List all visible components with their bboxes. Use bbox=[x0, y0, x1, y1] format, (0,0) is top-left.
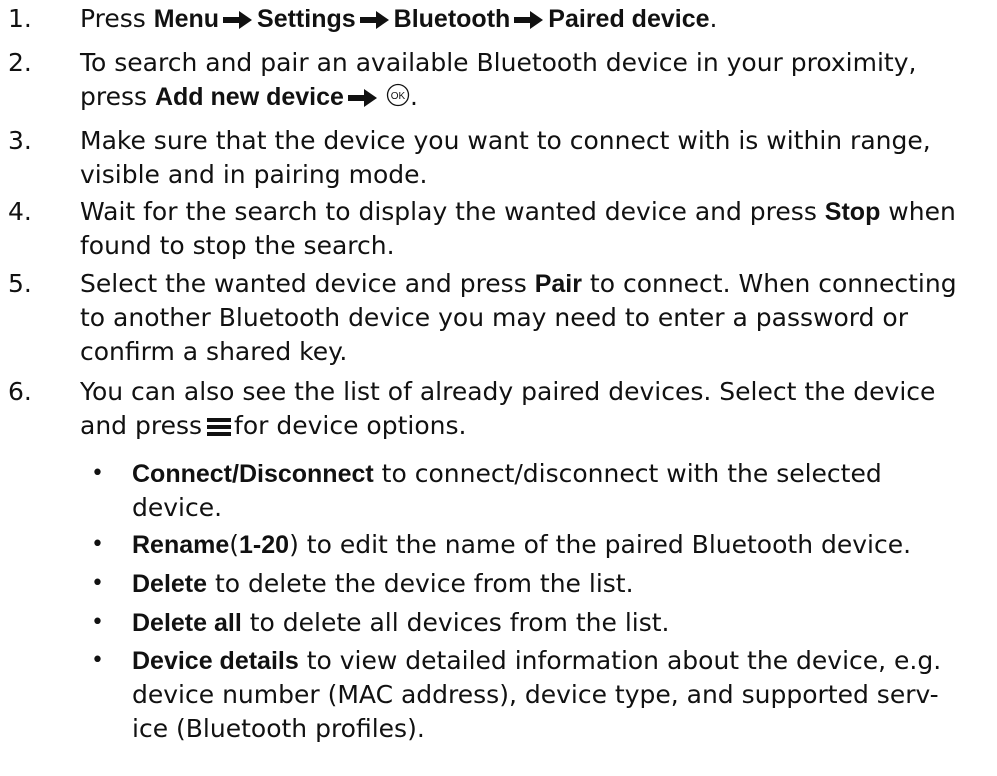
step-text-line: visible and in pairing mode. bbox=[80, 160, 428, 189]
option-description-line: device number (MAC address), device type… bbox=[132, 680, 939, 709]
step-text-segment: when bbox=[888, 197, 956, 226]
option-description: to view detailed information about the d… bbox=[306, 646, 942, 675]
option-description: to edit the name of the paired Bluetooth… bbox=[306, 530, 912, 559]
step-number: 6. bbox=[8, 377, 32, 406]
arrow-right-icon bbox=[359, 6, 390, 40]
step-text-segment: Wait for the search to display the wante… bbox=[80, 197, 817, 226]
step-text: Press Menu Settings Bluetooth Paired device… bbox=[80, 2, 995, 40]
step-text-line: Make sure that the device you want to co… bbox=[80, 126, 931, 155]
step-number: 4. bbox=[8, 197, 32, 226]
step-text-line: to another Bluetooth device you may need… bbox=[80, 303, 909, 332]
step-number: 2. bbox=[8, 48, 32, 77]
step-text-segment: Select the wanted device and press bbox=[80, 269, 527, 298]
step-number: 3. bbox=[8, 126, 32, 155]
step-text-segment: to connect. When connecting bbox=[589, 269, 957, 298]
delete-label: Delete bbox=[132, 570, 208, 598]
option-text: Rename(1-20) to edit the name of the pai… bbox=[132, 528, 992, 562]
option-text: Delete all to delete all devices from th… bbox=[132, 606, 992, 640]
option-description-line: ice (Bluetooth profiles). bbox=[132, 714, 425, 743]
step-text-press: press bbox=[80, 82, 148, 111]
add-new-device-label: Add new device bbox=[154, 83, 344, 111]
step-text-segment: and press bbox=[80, 411, 203, 440]
step-text-segment: for device options. bbox=[234, 411, 467, 440]
option-text: Delete to delete the device from the lis… bbox=[132, 567, 992, 601]
option-text: Device details to view detailed informat… bbox=[132, 644, 992, 746]
stop-label: Stop bbox=[824, 198, 881, 226]
settings-label: Settings bbox=[257, 5, 356, 33]
connect-label: Connect bbox=[132, 460, 232, 488]
arrow-right-icon bbox=[223, 6, 253, 40]
step-text: Wait for the search to display the wante… bbox=[80, 195, 995, 263]
option-description-line: device. bbox=[132, 493, 223, 522]
arrow-right-icon bbox=[514, 6, 544, 40]
paren: ) bbox=[289, 530, 299, 559]
step-text-line: found to stop the search. bbox=[80, 231, 395, 260]
step-text: Make sure that the device you want to co… bbox=[80, 124, 995, 192]
bullet-marker: • bbox=[91, 610, 104, 635]
bullet-marker: • bbox=[91, 532, 104, 557]
period: . bbox=[409, 82, 418, 111]
paired-device-label: Paired device bbox=[548, 5, 710, 33]
step-text-line: You can also see the list of already pai… bbox=[80, 377, 936, 406]
option-description: to connect/disconnect with the selected bbox=[381, 459, 882, 488]
period: . bbox=[709, 4, 718, 33]
delete-all-label: Delete all bbox=[132, 609, 242, 637]
menu-key-icon bbox=[206, 412, 232, 446]
rename-range: 1-20 bbox=[239, 531, 290, 559]
step-text-press: Press bbox=[80, 4, 146, 33]
bullet-marker: • bbox=[91, 571, 104, 596]
bullet-marker: • bbox=[91, 461, 104, 486]
disconnect-label: Disconnect bbox=[238, 460, 374, 488]
device-details-label: Device details bbox=[132, 647, 299, 675]
step-text: To search and pair an available Bluetoot… bbox=[80, 46, 995, 118]
menu-key-label: Menu bbox=[153, 5, 220, 33]
arrow-right-icon bbox=[347, 84, 378, 118]
bullet-marker: • bbox=[91, 648, 104, 673]
option-description: to delete all devices from the list. bbox=[249, 608, 670, 637]
rename-label: Rename bbox=[132, 531, 230, 559]
step-text-line: confirm a shared key. bbox=[80, 337, 348, 366]
option-text: Connect/Disconnect to connect/disconnect… bbox=[132, 457, 992, 525]
option-description: to delete the device from the list. bbox=[215, 569, 634, 598]
step-text: Select the wanted device and press Pair … bbox=[80, 267, 995, 369]
step-text-line: To search and pair an available Bluetoot… bbox=[80, 48, 917, 77]
pair-label: Pair bbox=[534, 270, 582, 298]
ok-key-icon: OK bbox=[386, 82, 410, 116]
instruction-document: 1. Press Menu Settings Bluetooth Paired dev… bbox=[0, 0, 997, 776]
step-text: You can also see the list of already pai… bbox=[80, 375, 995, 446]
step-number: 5. bbox=[8, 269, 32, 298]
paren: ( bbox=[229, 530, 240, 559]
slash: / bbox=[232, 460, 239, 488]
bluetooth-label: Bluetooth bbox=[393, 5, 511, 33]
svg-text:OK: OK bbox=[391, 91, 406, 102]
step-number: 1. bbox=[8, 4, 32, 33]
